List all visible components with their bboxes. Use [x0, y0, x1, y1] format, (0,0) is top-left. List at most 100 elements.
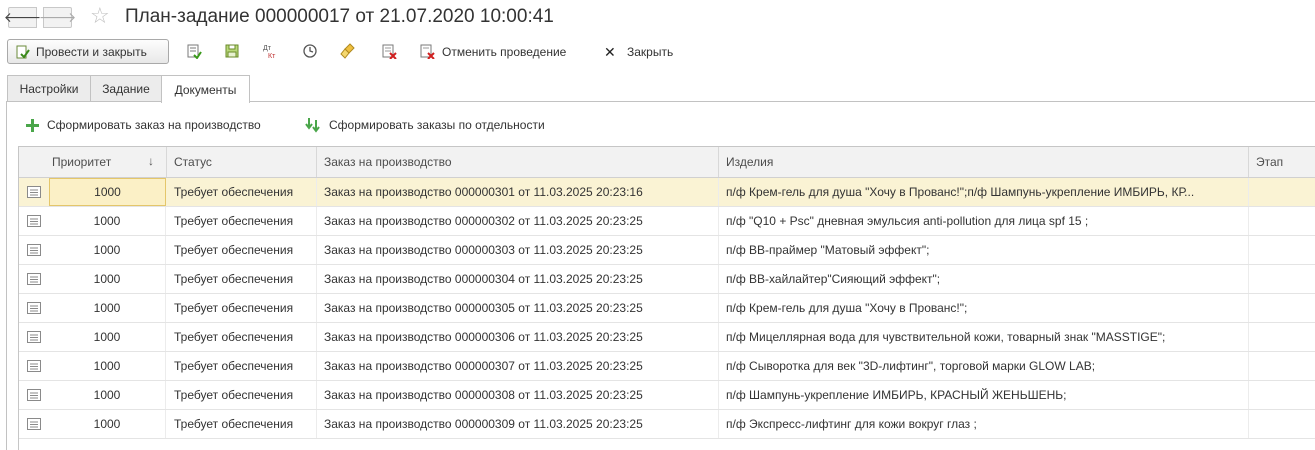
cell-order[interactable]: Заказ на производство 000000302 от 11.03… — [317, 207, 719, 235]
column-priority-label: Приоритет — [52, 155, 112, 169]
cell-priority[interactable]: 1000 — [49, 178, 166, 206]
tab-task[interactable]: Задание — [90, 75, 162, 102]
cell-products[interactable]: п/ф ВВ-хайлайтер"Сияющий эффект"; — [719, 265, 1249, 293]
dt-label: Дт — [263, 45, 272, 52]
cell-stage[interactable] — [1249, 294, 1315, 322]
cell-status[interactable]: Требует обеспечения — [167, 178, 317, 206]
cell-priority[interactable]: 1000 — [49, 236, 166, 264]
tab-strip: Настройки Задание Документы — [0, 75, 1315, 103]
cell-stage[interactable] — [1249, 410, 1315, 438]
cell-priority[interactable]: 1000 — [49, 207, 166, 235]
cell-order[interactable]: Заказ на производство 000000307 от 11.03… — [317, 352, 719, 380]
cell-status[interactable]: Требует обеспечения — [167, 323, 317, 351]
cell-products[interactable]: п/ф Крем-гель для душа "Хочу в Прованс!"… — [719, 294, 1249, 322]
sort-down-icon: ↓ — [148, 154, 154, 168]
cell-order[interactable]: Заказ на производство 000000304 от 11.03… — [317, 265, 719, 293]
table-row[interactable]: 1000 Требует обеспечения Заказ на производ… — [19, 352, 1315, 381]
table-row[interactable]: 1000 Требует обеспечения Заказ на производ… — [19, 381, 1315, 410]
plus-icon — [26, 118, 39, 132]
create-orders-separately-button[interactable]: Сформировать заказы по отдельности — [305, 113, 545, 137]
tab-documents[interactable]: Документы — [161, 75, 250, 103]
cell-status[interactable]: Требует обеспечения — [167, 236, 317, 264]
kt-label: Кт — [268, 53, 276, 59]
arrow-left-icon: 🡐 — [3, 9, 42, 25]
write-icon[interactable] — [186, 43, 202, 59]
column-priority[interactable]: Приоритет ↓ — [19, 147, 167, 177]
cell-order[interactable]: Заказ на производство 000000309 от 11.03… — [317, 410, 719, 438]
cell-priority[interactable]: 1000 — [49, 265, 166, 293]
cell-status[interactable]: Требует обеспечения — [167, 410, 317, 438]
cell-priority[interactable]: 1000 — [49, 381, 166, 409]
document-icon — [27, 215, 41, 227]
table-row[interactable]: 1000 Требует обеспечения Заказ на производ… — [19, 410, 1315, 439]
cancel-posting-button[interactable]: Отменить проведение — [442, 38, 566, 66]
table-row[interactable]: 1000 Требует обеспечения Заказ на производ… — [19, 265, 1315, 294]
cell-stage[interactable] — [1249, 352, 1315, 380]
cell-status[interactable]: Требует обеспечения — [167, 381, 317, 409]
tab-settings[interactable]: Настройки — [7, 75, 91, 102]
cell-stage[interactable] — [1249, 323, 1315, 351]
table-row[interactable]: 1000 Требует обеспечения Заказ на производ… — [19, 236, 1315, 265]
column-products[interactable]: Изделия — [719, 147, 1249, 177]
cell-stage[interactable] — [1249, 178, 1315, 206]
cell-products[interactable]: п/ф Шампунь-укрепление ИМБИРЬ, КРАСНЫЙ Ж… — [719, 381, 1249, 409]
cell-stage[interactable] — [1249, 236, 1315, 264]
cell-priority[interactable]: 1000 — [49, 294, 166, 322]
split-arrows-icon — [305, 118, 320, 133]
cell-status[interactable]: Требует обеспечения — [167, 352, 317, 380]
column-stage[interactable]: Этап — [1249, 147, 1315, 177]
cell-status[interactable]: Требует обеспечения — [167, 207, 317, 235]
post-and-close-button[interactable]: Провести и закрыть — [7, 39, 169, 64]
cell-priority[interactable]: 1000 — [49, 410, 166, 438]
cell-order[interactable]: Заказ на производство 000000301 от 11.03… — [317, 178, 719, 206]
history-icon[interactable] — [302, 43, 318, 59]
document-icon — [27, 360, 41, 372]
column-status[interactable]: Статус — [167, 147, 317, 177]
table-row[interactable]: 1000 Требует обеспечения Заказ на производ… — [19, 178, 1315, 207]
close-button[interactable]: Закрыть — [627, 38, 673, 66]
document-icon — [27, 244, 41, 256]
cell-products[interactable]: п/ф Экспресс-лифтинг для кожи вокруг гла… — [719, 410, 1249, 438]
document-icon — [27, 331, 41, 343]
cell-stage[interactable] — [1249, 381, 1315, 409]
dt-kt-icon[interactable]: Дт Кт — [262, 43, 278, 59]
documents-table: Приоритет ↓ Статус Заказ на производство… — [18, 146, 1315, 450]
create-order-button[interactable]: Сформировать заказ на производство — [25, 113, 261, 137]
cell-order[interactable]: Заказ на производство 000000306 от 11.03… — [317, 323, 719, 351]
cell-products[interactable]: п/ф Крем-гель для душа "Хочу в Прованс!"… — [719, 178, 1249, 206]
cell-products[interactable]: п/ф Мицеллярная вода для чувствительной … — [719, 323, 1249, 351]
cell-stage[interactable] — [1249, 265, 1315, 293]
save-icon[interactable] — [224, 43, 240, 59]
table-row[interactable]: 1000 Требует обеспечения Заказ на производ… — [19, 207, 1315, 236]
panel-border — [6, 101, 7, 450]
forward-button[interactable]: 🡒 — [39, 7, 76, 28]
title-bar: 🡐 🡒 ☆ План-задание 000000017 от 21.07.20… — [0, 0, 1315, 36]
back-button[interactable]: 🡐 — [4, 7, 41, 28]
table-row[interactable]: 1000 Требует обеспечения Заказ на производ… — [19, 294, 1315, 323]
broom-icon[interactable] — [340, 43, 356, 59]
page-title: План-задание 000000017 от 21.07.2020 10:… — [125, 6, 554, 27]
table-header: Приоритет ↓ Статус Заказ на производство… — [19, 147, 1315, 178]
cell-order[interactable]: Заказ на производство 000000305 от 11.03… — [317, 294, 719, 322]
cell-status[interactable]: Требует обеспечения — [167, 294, 317, 322]
cell-order[interactable]: Заказ на производство 000000303 от 11.03… — [317, 236, 719, 264]
post-and-close-label: Провести и закрыть — [36, 44, 147, 59]
cell-products[interactable]: п/ф "Q10 + Psc" дневная эмульсия anti-po… — [719, 207, 1249, 235]
table-row[interactable]: 1000 Требует обеспечения Заказ на производ… — [19, 323, 1315, 352]
cell-products[interactable]: п/ф Сыворотка для век "3D-лифтинг", торг… — [719, 352, 1249, 380]
cell-priority[interactable]: 1000 — [49, 352, 166, 380]
document-icon — [27, 389, 41, 401]
toolbar: Провести и закрыть Дт Кт Отменить провед… — [0, 38, 1315, 66]
column-order[interactable]: Заказ на производство — [317, 147, 719, 177]
document-icon — [27, 273, 41, 285]
cell-priority[interactable]: 1000 — [49, 323, 166, 351]
delete-mark-icon[interactable] — [381, 43, 397, 59]
close-icon: ✕ — [604, 43, 616, 60]
create-order-label: Сформировать заказ на производство — [47, 118, 261, 132]
cell-order[interactable]: Заказ на производство 000000308 от 11.03… — [317, 381, 719, 409]
cell-status[interactable]: Требует обеспечения — [167, 265, 317, 293]
star-icon[interactable]: ☆ — [90, 4, 110, 28]
cell-stage[interactable] — [1249, 207, 1315, 235]
document-icon — [27, 186, 41, 198]
cell-products[interactable]: п/ф ВВ-праймер "Матовый эффект"; — [719, 236, 1249, 264]
